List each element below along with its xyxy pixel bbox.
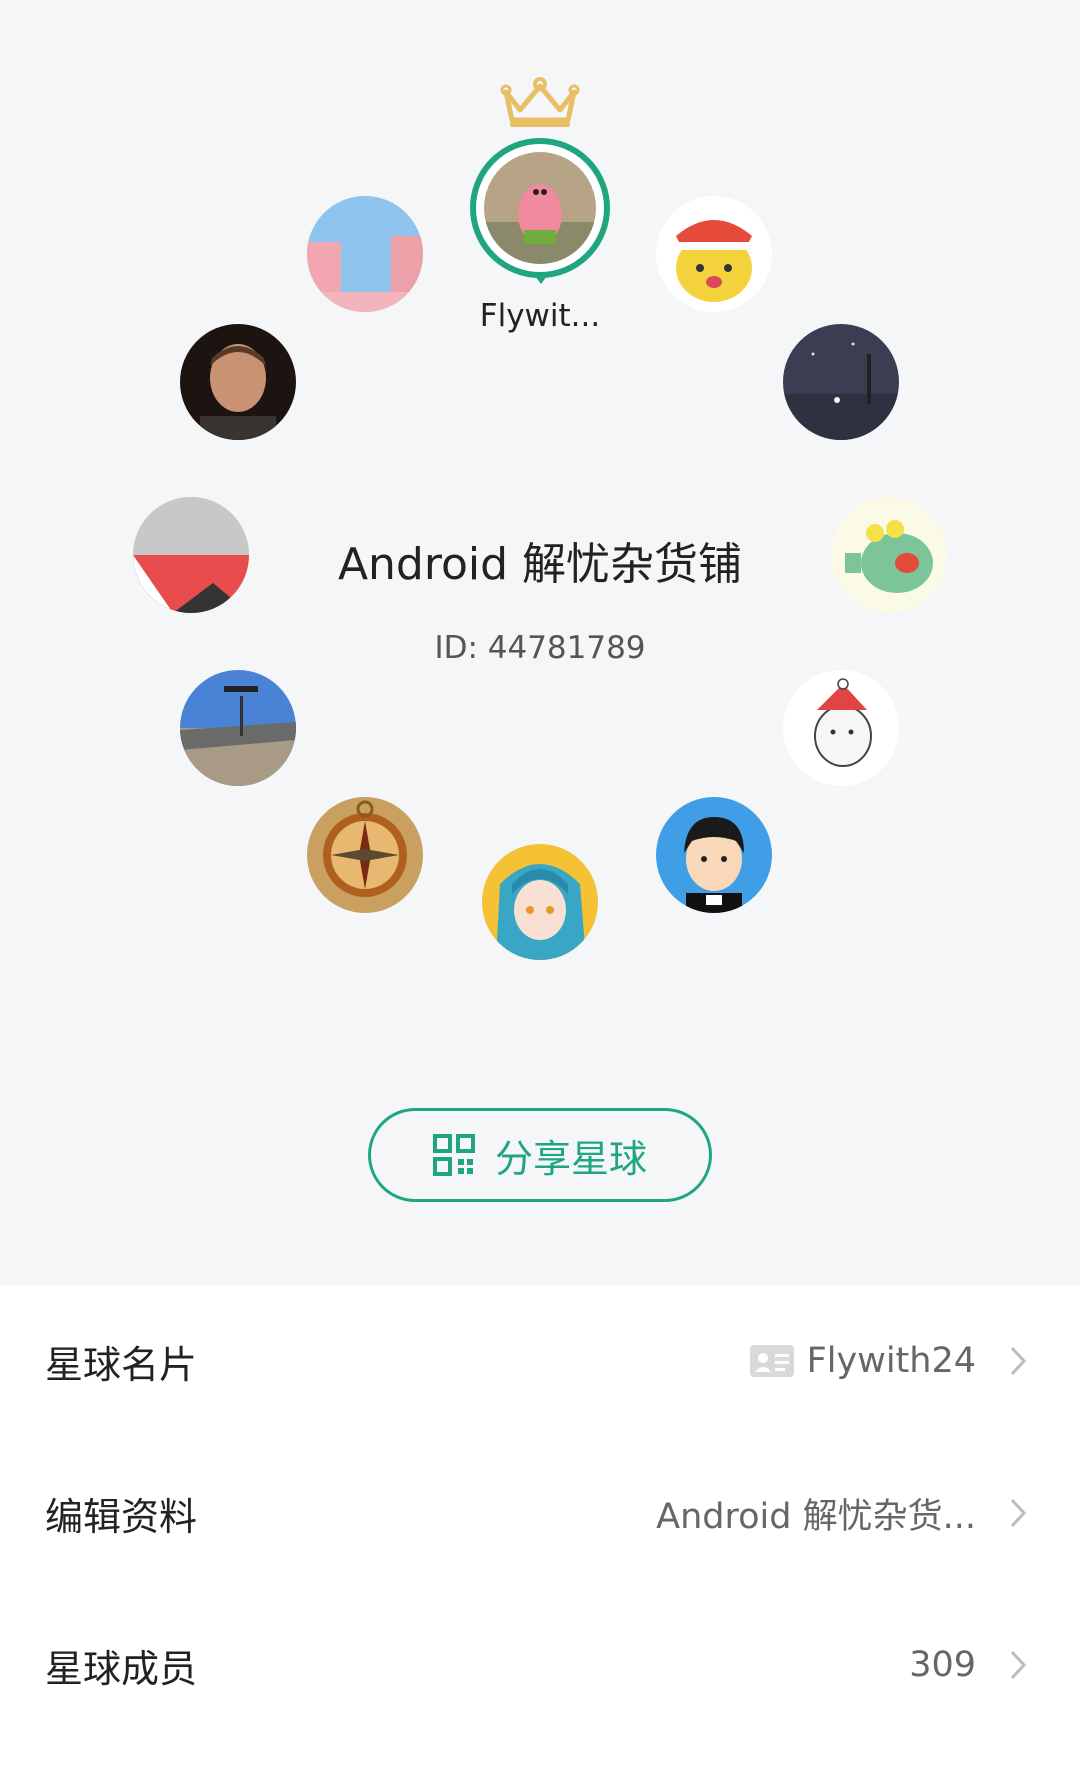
share-button-label: 分享星球	[494, 1136, 647, 1181]
settings-row-label: 星球成员	[45, 1646, 198, 1691]
share-group-button[interactable]: 分享星球	[368, 1108, 712, 1202]
settings-row-value: Flywith24	[806, 1341, 976, 1381]
member-avatar[interactable]	[307, 196, 423, 312]
crown-icon	[500, 77, 580, 127]
chevron-right-icon	[1010, 1498, 1027, 1528]
group-name: Android 解忧杂货铺	[337, 539, 743, 590]
id-card-icon	[750, 1345, 794, 1377]
member-avatar[interactable]	[783, 670, 899, 786]
member-avatar[interactable]	[482, 844, 598, 960]
group-id: ID: 44781789	[434, 630, 646, 666]
member-avatar[interactable]	[656, 797, 772, 913]
chevron-right-icon	[1010, 1346, 1027, 1376]
member-avatar[interactable]	[133, 497, 249, 613]
owner-pin	[532, 272, 550, 284]
owner-name: Flywit...	[479, 298, 601, 334]
group-header: Flywit... Android 解忧杂货铺 ID: 44781789 分享星…	[0, 0, 1080, 1285]
settings-list: 星球名片 Flywith24 编辑资料 Android 解忧杂货... 星球成员…	[0, 1285, 1080, 1741]
member-avatar[interactable]	[831, 497, 947, 613]
owner-avatar[interactable]	[470, 138, 610, 278]
chevron-right-icon	[1010, 1650, 1027, 1680]
settings-row-value: 309	[909, 1645, 976, 1685]
qr-code-icon	[432, 1134, 475, 1176]
settings-row-label: 星球名片	[45, 1342, 198, 1387]
member-avatar[interactable]	[307, 797, 423, 913]
settings-row-members[interactable]: 星球成员 309	[0, 1589, 1080, 1741]
member-avatar[interactable]	[783, 324, 899, 440]
settings-row-edit-profile[interactable]: 编辑资料 Android 解忧杂货...	[0, 1437, 1080, 1589]
member-avatar[interactable]	[180, 324, 296, 440]
settings-row-label: 编辑资料	[45, 1494, 198, 1539]
settings-row-card[interactable]: 星球名片 Flywith24	[0, 1285, 1080, 1437]
member-avatar[interactable]	[180, 670, 296, 786]
member-avatar[interactable]	[656, 196, 772, 312]
settings-row-value: Android 解忧杂货...	[656, 1496, 976, 1537]
